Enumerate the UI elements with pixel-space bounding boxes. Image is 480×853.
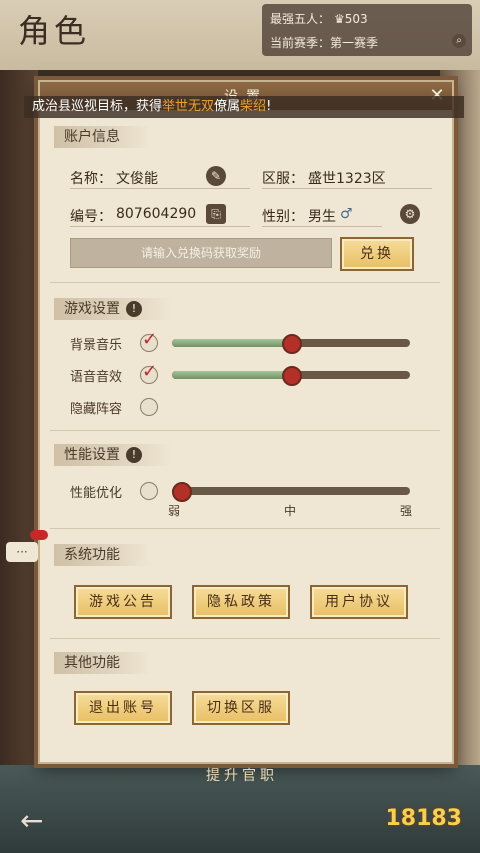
gender-value: 男生 xyxy=(308,209,336,225)
perf-slider-knob[interactable] xyxy=(172,482,192,502)
notice-mid: 僚属 xyxy=(214,99,241,114)
bgm-slider-fill xyxy=(172,339,291,347)
section-label: 性能设置 xyxy=(64,447,120,463)
divider xyxy=(50,528,440,529)
top-stat-label: 当前赛季： xyxy=(270,36,331,50)
top-stat-label: 最强五人： xyxy=(270,12,331,26)
gender-label: 性别： xyxy=(262,209,304,225)
top-stat-season: 当前赛季：第一赛季 xyxy=(270,34,378,51)
server-label: 区服： xyxy=(262,171,304,187)
section-label: 游戏设置 xyxy=(64,301,120,317)
redeem-code-input[interactable]: 请输入兑换码获取奖励 xyxy=(70,238,332,268)
gear-icon[interactable]: ⚙ xyxy=(400,204,420,224)
bgm-slider-knob[interactable] xyxy=(282,334,302,354)
perf-opt-checkbox[interactable] xyxy=(140,482,158,500)
chat-badge xyxy=(30,530,48,540)
upgrade-rank-button[interactable]: 提升官职 xyxy=(182,765,302,787)
male-icon: ♂ xyxy=(340,206,353,222)
watermark-logo: 18183 xyxy=(385,806,462,831)
hide-lineup-checkbox[interactable] xyxy=(140,398,158,416)
top-stat-value: 503 xyxy=(344,12,368,26)
bgm-checkbox[interactable] xyxy=(140,329,158,352)
perf-opt-label: 性能优化 xyxy=(70,486,123,501)
id-underline xyxy=(70,226,250,227)
logout-button[interactable]: 退出账号 xyxy=(74,691,172,725)
top-stat-strongest: 最强五人： ♛503 xyxy=(270,10,368,27)
id-value: 807604290 xyxy=(116,206,197,222)
page-title: 角色 xyxy=(18,12,91,50)
privacy-policy-button[interactable]: 隐私政策 xyxy=(192,585,290,619)
notice-highlight: 柴绍 xyxy=(240,99,267,114)
name-underline xyxy=(70,188,250,189)
id-label: 编号： xyxy=(70,209,112,225)
top-stat-value: 第一赛季 xyxy=(330,36,379,50)
voice-slider-fill xyxy=(172,371,291,379)
section-system: 系统功能 xyxy=(54,544,150,566)
copy-scroll-icon[interactable]: ⎘ xyxy=(206,204,226,224)
name-label: 名称： xyxy=(70,171,112,187)
crown-icon: ♛ xyxy=(334,12,345,26)
settings-dialog: 设置 ✕ 成治县巡视目标，获得举世无双僚属柴绍! 账户信息 名称： 文俊能 ✎ … xyxy=(24,80,464,764)
chat-icon[interactable]: ··· xyxy=(6,542,38,562)
redeem-button[interactable]: 兑换 xyxy=(340,237,414,271)
voice-checkbox[interactable] xyxy=(140,361,158,384)
voice-slider-knob[interactable] xyxy=(282,366,302,386)
section-performance: 性能设置! xyxy=(54,444,172,466)
perf-tick-high: 强 xyxy=(400,504,413,518)
perf-tick-mid: 中 xyxy=(284,504,297,518)
perf-tick-low: 弱 xyxy=(168,504,181,518)
section-game-settings: 游戏设置! xyxy=(54,298,172,320)
switch-server-button[interactable]: 切换区服 xyxy=(192,691,290,725)
voice-label: 语音音效 xyxy=(70,370,123,385)
user-agreement-button[interactable]: 用户协议 xyxy=(310,585,408,619)
announcement-button[interactable]: 游戏公告 xyxy=(74,585,172,619)
bgm-label: 背景音乐 xyxy=(70,338,123,353)
perf-slider[interactable] xyxy=(172,482,410,502)
hide-lineup-label: 隐藏阵容 xyxy=(70,402,123,417)
server-value: 盛世1323区 xyxy=(308,171,386,187)
divider xyxy=(50,282,440,283)
scene-left xyxy=(0,70,38,770)
back-arrow-icon[interactable]: ← xyxy=(20,804,43,837)
voice-slider[interactable] xyxy=(172,366,410,386)
info-icon[interactable]: ! xyxy=(126,301,142,317)
scrolling-notice: 成治县巡视目标，获得举世无双僚属柴绍! xyxy=(24,96,464,118)
divider xyxy=(50,638,440,639)
section-account: 账户信息 xyxy=(54,126,150,148)
section-other: 其他功能 xyxy=(54,652,150,674)
name-value: 文俊能 xyxy=(116,171,158,187)
edit-brush-icon[interactable]: ✎ xyxy=(206,166,226,186)
notice-prefix: 成治县巡视目标，获得 xyxy=(32,99,163,114)
gender-underline xyxy=(262,226,382,227)
divider xyxy=(50,430,440,431)
notice-highlight: 举世无双 xyxy=(162,99,215,114)
info-icon[interactable]: ! xyxy=(126,447,142,463)
search-icon[interactable]: ⌕ xyxy=(452,34,466,48)
notice-suffix: ! xyxy=(266,99,272,114)
server-underline xyxy=(262,188,432,189)
bgm-slider[interactable] xyxy=(172,334,410,354)
